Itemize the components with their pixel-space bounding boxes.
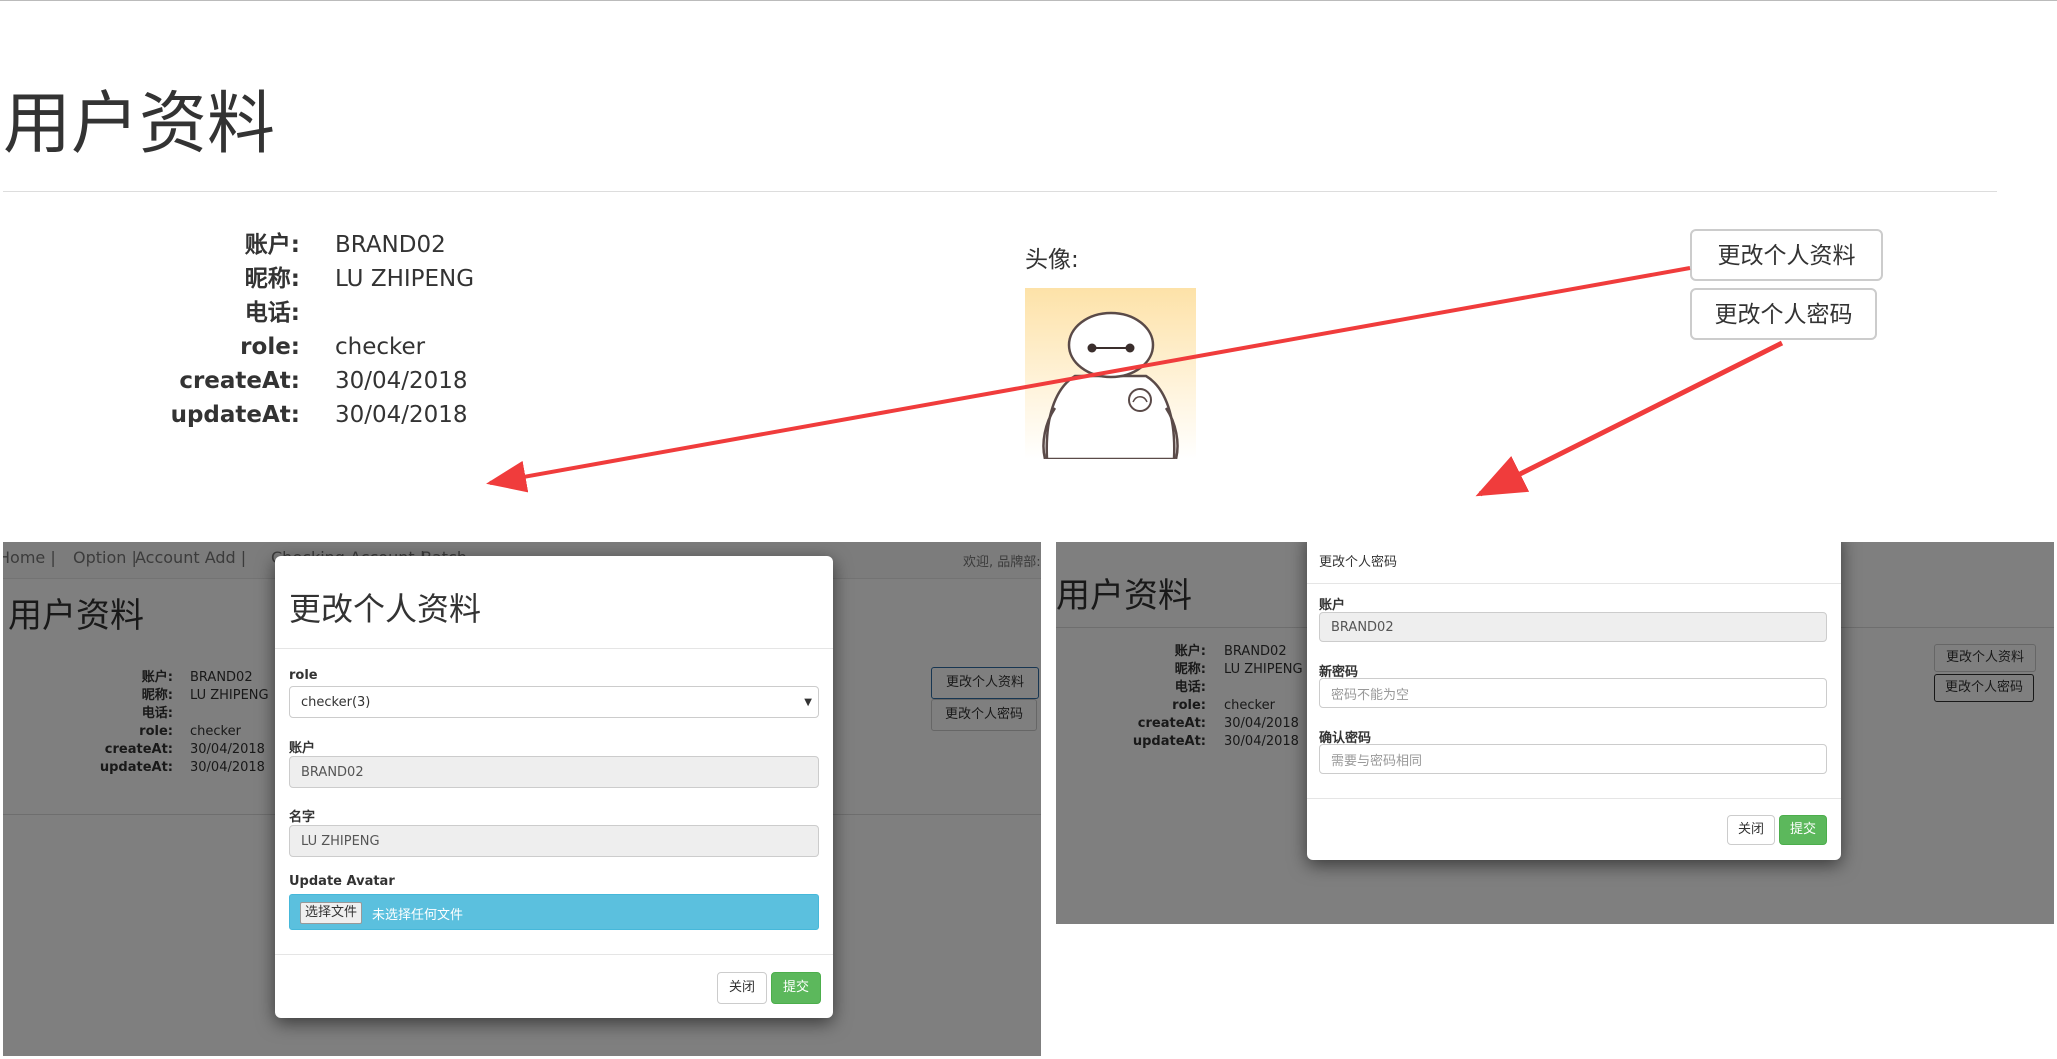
choose-file-button[interactable]: 选择文件 <box>300 902 363 924</box>
name-label: 名字 <box>289 810 316 825</box>
avatar-file-input[interactable]: 选择文件 未选择任何文件 <box>289 894 819 930</box>
info-label: 昵称: <box>244 266 300 292</box>
password-modal-screenshot: 用户资料 账户: 昵称: 电话: role: createAt: updateA… <box>1056 542 2054 924</box>
info-label: role: <box>240 334 300 360</box>
role-select[interactable]: checker(3) ▼ <box>289 686 819 718</box>
info-value: BRAND02 <box>335 232 446 258</box>
info-value: 30/04/2018 <box>335 368 468 394</box>
top-border <box>0 0 2057 1</box>
submit-button[interactable]: 提交 <box>771 972 821 1004</box>
arrow-to-password-modal <box>1475 340 1784 497</box>
avatar <box>1025 288 1196 459</box>
info-row-phone: 电话: <box>0 296 300 330</box>
avatar-upload-label: Update Avatar <box>289 874 395 889</box>
divider <box>3 191 1997 192</box>
info-value: LU ZHIPENG <box>335 266 475 292</box>
modal-footer-divider <box>1307 798 1841 799</box>
new-password-field[interactable]: 密码不能为空 <box>1319 678 1827 708</box>
account-field[interactable]: BRAND02 <box>1319 612 1827 642</box>
info-value: checker <box>335 334 426 360</box>
modal-title: 更改个人密码 <box>1319 555 1398 570</box>
info-label: createAt: <box>179 368 300 394</box>
close-button[interactable]: 关闭 <box>717 972 767 1004</box>
modal-header-divider <box>1307 583 1841 584</box>
role-label: role <box>289 668 318 683</box>
edit-password-button[interactable]: 更改个人密码 <box>1690 288 1877 340</box>
modal-footer-divider <box>275 954 833 955</box>
info-row-account: 账户: BRAND02 <box>0 228 446 262</box>
account-field[interactable]: BRAND02 <box>289 756 819 788</box>
confirm-password-field[interactable]: 需要与密码相同 <box>1319 744 1827 774</box>
modal-title: 更改个人资料 <box>289 590 482 628</box>
submit-button[interactable]: 提交 <box>1779 815 1827 845</box>
caret-down-icon: ▼ <box>804 696 812 708</box>
info-label: updateAt: <box>170 402 300 428</box>
no-file-text: 未选择任何文件 <box>372 908 464 923</box>
info-row-role: role: checker <box>0 330 425 364</box>
account-label: 账户 <box>1319 598 1346 613</box>
info-label: 电话: <box>244 300 300 326</box>
info-row-updated: updateAt: 30/04/2018 <box>0 398 468 432</box>
role-select-value: checker(3) <box>301 694 371 710</box>
page-title: 用户资料 <box>3 85 276 164</box>
modal-header-divider <box>275 648 833 649</box>
name-field[interactable]: LU ZHIPENG <box>289 825 819 857</box>
info-label: 账户: <box>244 232 300 258</box>
edit-password-modal: 更改个人密码 账户 BRAND02 新密码 密码不能为空 确认密码 需要与密码相… <box>1307 542 1841 860</box>
info-value: 30/04/2018 <box>335 402 468 428</box>
edit-profile-button[interactable]: 更改个人资料 <box>1690 229 1883 281</box>
close-button[interactable]: 关闭 <box>1727 815 1775 845</box>
edit-profile-modal: 更改个人资料 role checker(3) ▼ 账户 BRAND02 名字 L… <box>275 556 833 1018</box>
account-label: 账户 <box>289 741 316 756</box>
avatar-label: 头像: <box>1025 247 1079 273</box>
info-row-nickname: 昵称: LU ZHIPENG <box>0 262 474 296</box>
profile-modal-screenshot: Home | Option | Account Add | Checking A… <box>3 542 1041 1056</box>
baymax-avatar-icon <box>1042 311 1179 459</box>
info-row-created: createAt: 30/04/2018 <box>0 364 467 398</box>
